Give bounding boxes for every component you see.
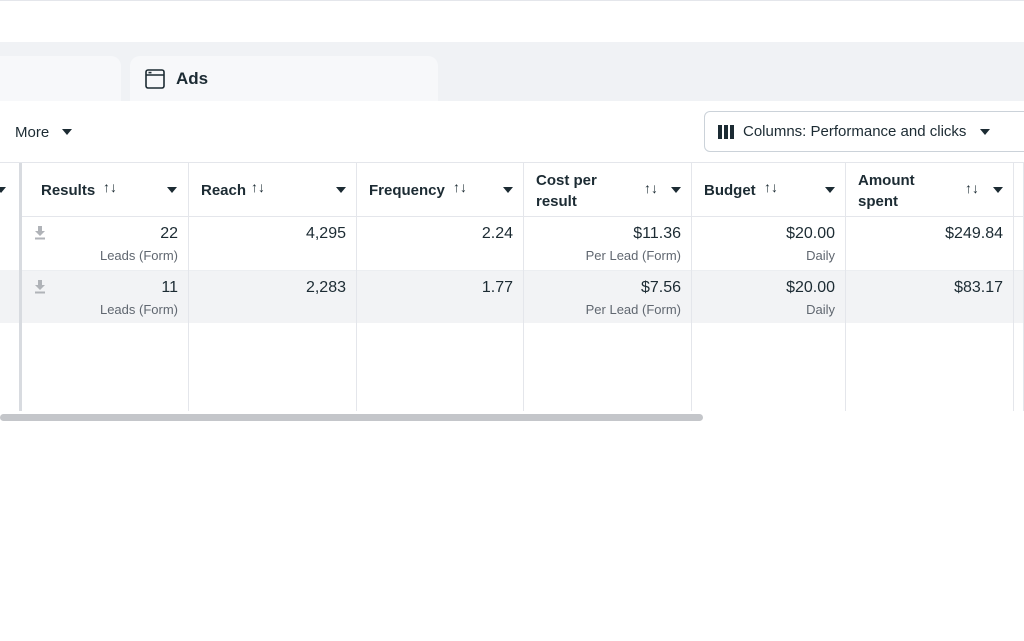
sort-arrows-icon[interactable]: ↑↓ (251, 179, 265, 195)
column-header-budget[interactable]: Budget ↑↓ (692, 163, 845, 217)
table-row[interactable]: 4,295 (189, 217, 356, 270)
more-button[interactable]: More (15, 121, 73, 143)
table-row[interactable]: $20.00 Daily (692, 217, 845, 270)
reach-value: 2,283 (305, 279, 346, 296)
results-type: Leads (Form) (99, 302, 178, 317)
column-reach: Reach ↑↓ 4,295 2,283 (189, 163, 357, 411)
column-header-results[interactable]: Results ↑↓ (22, 163, 188, 217)
table-row[interactable]: 11 Leads (Form) (22, 270, 188, 323)
header-label-line2: result (536, 193, 577, 210)
column-budget: Budget ↑↓ $20.00 Daily $20.00 Daily (692, 163, 846, 411)
column-header-cost-per-result[interactable]: Cost per result ↑↓ (524, 163, 691, 217)
caret-down-icon (62, 129, 73, 135)
sort-arrows-icon[interactable]: ↑↓ (103, 179, 117, 195)
column-cost-per-result: Cost per result ↑↓ $11.36 Per Lead (Form… (524, 163, 692, 411)
row-shading (1014, 270, 1023, 323)
caret-down-icon[interactable] (671, 187, 681, 193)
download-icon[interactable] (34, 226, 46, 245)
ad-window-icon (145, 68, 165, 89)
budget-value: $20.00 (786, 279, 835, 296)
frequency-value: 2.24 (481, 225, 513, 242)
download-icon[interactable] (34, 280, 46, 299)
column-header-frequency[interactable]: Frequency ↑↓ (357, 163, 523, 217)
horizontal-scrollbar[interactable] (0, 414, 703, 421)
column-header-reach[interactable]: Reach ↑↓ (189, 163, 356, 217)
caret-down-icon[interactable] (993, 187, 1003, 193)
tab-strip: Ads (0, 42, 1024, 101)
table-row[interactable]: $7.56 Per Lead (Form) (524, 270, 691, 323)
tab-adsets[interactable] (0, 56, 121, 101)
table-row[interactable]: 1.77 (357, 270, 523, 323)
table-row[interactable]: $83.17 (846, 270, 1013, 323)
columns-label: Columns: Performance and clicks (743, 123, 967, 140)
cost-per-result-type: Per Lead (Form) (585, 248, 681, 263)
column-header-next (1014, 163, 1023, 217)
budget-value: $20.00 (786, 225, 835, 242)
table-row[interactable]: $11.36 Per Lead (Form) (524, 217, 691, 270)
column-results: Results ↑↓ 22 Leads (Form) 11 Leads (For… (22, 163, 189, 411)
budget-type: Daily (806, 302, 835, 317)
table-row[interactable]: 2.24 (357, 217, 523, 270)
table-row[interactable]: $20.00 Daily (692, 270, 845, 323)
tab-ads-label: Ads (176, 68, 209, 88)
columns-button[interactable]: Columns: Performance and clicks (704, 111, 1024, 152)
header-label: Amount (858, 172, 915, 189)
ads-table: Results ↑↓ 22 Leads (Form) 11 Leads (For… (0, 162, 1024, 412)
amount-spent-value: $83.17 (954, 279, 1003, 296)
caret-down-icon[interactable] (503, 187, 513, 193)
caret-down-icon[interactable] (0, 187, 6, 193)
more-label: More (15, 123, 50, 141)
sort-arrows-icon[interactable]: ↑↓ (453, 179, 467, 195)
results-type: Leads (Form) (99, 248, 178, 263)
table-row[interactable]: 2,283 (189, 270, 356, 323)
column-header-amount-spent[interactable]: Amount spent ↑↓ (846, 163, 1013, 217)
results-value: 22 (160, 225, 178, 242)
header-label: Frequency (369, 182, 445, 199)
budget-type: Daily (806, 248, 835, 263)
table-row[interactable]: 22 Leads (Form) (22, 217, 188, 270)
column-next (1014, 163, 1024, 411)
cost-per-result-value: $11.36 (633, 225, 681, 242)
caret-down-icon[interactable] (825, 187, 835, 193)
column-frequency: Frequency ↑↓ 2.24 1.77 (357, 163, 524, 411)
table-row[interactable]: $249.84 (846, 217, 1013, 270)
cost-per-result-value: $7.56 (640, 279, 681, 296)
header-label: Results (41, 182, 96, 199)
row-shading (0, 270, 19, 323)
amount-spent-value: $249.84 (945, 225, 1003, 242)
tab-ads[interactable]: Ads (130, 56, 438, 101)
column-amount-spent: Amount spent ↑↓ $249.84 $83.17 (846, 163, 1014, 411)
frequency-value: 1.77 (481, 279, 513, 296)
sort-arrows-icon[interactable]: ↑↓ (764, 179, 778, 195)
caret-down-icon[interactable] (167, 187, 177, 193)
header-label-line2: spent (858, 193, 899, 210)
columns-icon (718, 124, 734, 139)
cost-per-result-type: Per Lead (Form) (585, 302, 681, 317)
top-bar (0, 0, 1024, 42)
sort-arrows-icon[interactable]: ↑↓ (965, 180, 979, 196)
caret-down-icon[interactable] (336, 187, 346, 193)
sort-arrows-icon[interactable]: ↑↓ (644, 180, 658, 196)
header-label: Budget (704, 182, 756, 199)
caret-down-icon (980, 128, 991, 135)
reach-value: 4,295 (305, 225, 346, 242)
results-value: 11 (161, 279, 178, 296)
header-label: Cost per (536, 172, 597, 189)
toolbar: More Columns: Performance and clicks (0, 101, 1024, 162)
header-label: Reach (201, 182, 247, 199)
